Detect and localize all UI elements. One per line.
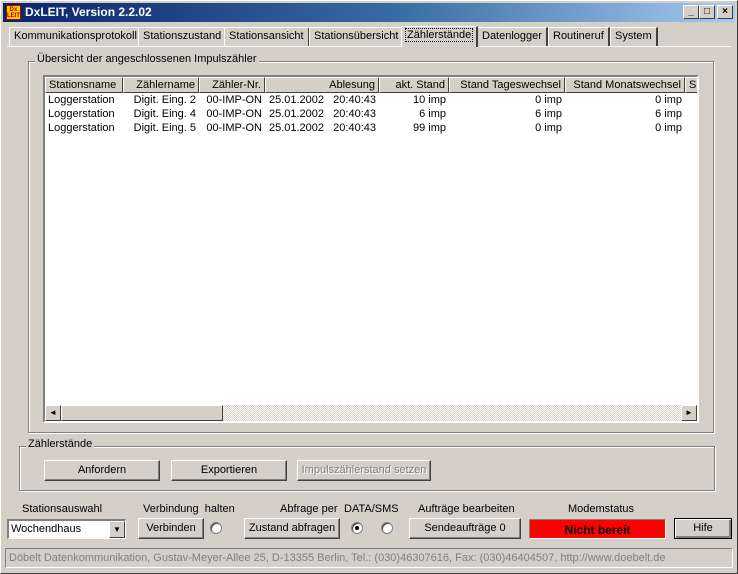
- table-row[interactable]: Loggerstation Digit. Eing. 5 00-IMP-ON 2…: [45, 122, 697, 136]
- verbinden-button[interactable]: Verbinden: [138, 518, 204, 539]
- exportieren-button[interactable]: Exportieren: [171, 460, 287, 481]
- column-header-zaehlername[interactable]: Zählername: [123, 77, 199, 93]
- list-header: Stationsname Zählername Zähler-Nr. Ables…: [45, 77, 697, 93]
- window-title: DxLEIT, Version 2.2.02: [25, 5, 152, 19]
- tab-divider: [7, 46, 731, 47]
- minimize-button[interactable]: _: [683, 5, 699, 19]
- cell-stationsname: Loggerstation: [48, 94, 115, 106]
- tab-stationsuebersicht[interactable]: Stationsübersicht: [309, 27, 405, 46]
- tab-label: Kommunikationsprotokoll: [14, 30, 137, 42]
- connection-label: Verbindung halten: [143, 503, 235, 515]
- tab-stationsansicht[interactable]: Stationsansicht: [224, 27, 310, 46]
- zaehlerstaende-legend: Zählerstände: [26, 438, 95, 450]
- modem-status-badge: Nicht bereit: [529, 519, 666, 539]
- column-header-zaehlernr[interactable]: Zähler-Nr.: [199, 77, 265, 93]
- cell-stand-tageswechsel: 6 imp: [535, 108, 562, 120]
- anfordern-button[interactable]: Anfordern: [44, 460, 160, 481]
- tab-label: Stationszustand: [143, 30, 222, 42]
- cell-stand-tageswechsel: 0 imp: [535, 94, 562, 106]
- data-sms-label: DATA/SMS: [344, 503, 399, 515]
- tab-stationszustand[interactable]: Stationszustand: [138, 27, 228, 46]
- tab-system[interactable]: System: [610, 27, 658, 46]
- help-button[interactable]: Hife: [674, 518, 732, 539]
- counter-list[interactable]: Stationsname Zählername Zähler-Nr. Ables…: [43, 75, 699, 423]
- tab-bar: Kommunikationsprotokoll Stationszustand …: [9, 26, 729, 47]
- column-header-stand-tageswechsel[interactable]: Stand Tageswechsel: [449, 77, 565, 93]
- tab-datenlogger[interactable]: Datenlogger: [477, 27, 548, 46]
- cell-ablesung: 25.01.2002 20:40:43: [268, 94, 376, 106]
- column-header-stand-monatswechsel[interactable]: Stand Monatswechsel: [565, 77, 685, 93]
- column-header-ablesung[interactable]: Ablesung: [265, 77, 379, 93]
- station-select-label: Stationsauswahl: [22, 503, 103, 515]
- horizontal-scrollbar[interactable]: ◄ ►: [45, 405, 697, 421]
- column-header-akt-stand[interactable]: akt. Stand: [379, 77, 449, 93]
- cell-akt-stand: 6 imp: [419, 108, 446, 120]
- tab-kommunikationsprotokoll[interactable]: Kommunikationsprotokoll: [9, 27, 143, 46]
- app-icon: Dx LEIT: [6, 5, 21, 20]
- overview-legend: Übersicht der angeschlossenen Impulszähl…: [35, 53, 259, 65]
- data-radio[interactable]: [351, 522, 363, 534]
- sendeauftraege-button[interactable]: Sendeaufträge 0: [409, 518, 521, 539]
- tab-label: System: [615, 30, 652, 42]
- hold-connection-radio[interactable]: [210, 522, 222, 534]
- cell-stationsname: Loggerstation: [48, 122, 115, 134]
- scrollbar-thumb[interactable]: [61, 405, 223, 421]
- chevron-down-icon[interactable]: ▼: [109, 521, 125, 538]
- cell-akt-stand: 99 imp: [412, 122, 446, 134]
- cell-stand-tageswechsel: 0 imp: [535, 122, 562, 134]
- main-window: Dx LEIT DxLEIT, Version 2.2.02 _ □ × Kom…: [0, 0, 738, 574]
- maximize-button[interactable]: □: [699, 5, 715, 19]
- tab-label: Routineruf: [553, 30, 604, 42]
- cell-zaehlernr: 00-IMP-ON: [206, 122, 262, 134]
- scroll-left-arrow-icon[interactable]: ◄: [45, 405, 61, 421]
- column-header-stationsname[interactable]: Stationsname: [45, 77, 123, 93]
- tab-label: Datenlogger: [482, 30, 542, 42]
- tab-label: Stationsübersicht: [314, 30, 399, 42]
- cell-zaehlernr: 00-IMP-ON: [206, 108, 262, 120]
- modem-status-label: Modemstatus: [568, 503, 635, 515]
- cell-zaehlername: Digit. Eing. 5: [133, 122, 196, 134]
- tab-zaehlerstaende[interactable]: Zählerstände: [401, 26, 479, 47]
- tab-label: Zählerstände: [404, 28, 474, 42]
- cell-ablesung: 25.01.2002 20:40:43: [268, 122, 376, 134]
- cell-stand-monatswechsel: 0 imp: [655, 122, 682, 134]
- zustand-abfragen-button[interactable]: Zustand abfragen: [244, 518, 340, 539]
- table-row[interactable]: Loggerstation Digit. Eing. 2 00-IMP-ON 2…: [45, 94, 697, 108]
- cell-stand-monatswechsel: 0 imp: [655, 94, 682, 106]
- cell-stand-monatswechsel: 6 imp: [655, 108, 682, 120]
- cell-zaehlername: Digit. Eing. 2: [133, 94, 196, 106]
- query-label: Abfrage per: [280, 503, 338, 515]
- cell-akt-stand: 10 imp: [412, 94, 446, 106]
- scroll-right-arrow-icon[interactable]: ►: [681, 405, 697, 421]
- table-row[interactable]: Loggerstation Digit. Eing. 4 00-IMP-ON 2…: [45, 108, 697, 122]
- title-bar[interactable]: Dx LEIT DxLEIT, Version 2.2.02 _ □ ×: [3, 3, 735, 22]
- cell-zaehlername: Digit. Eing. 4: [133, 108, 196, 120]
- impulszaehlerstand-setzen-button[interactable]: Impulszählerstand setzen: [297, 460, 431, 481]
- cell-stationsname: Loggerstation: [48, 108, 115, 120]
- cell-zaehlernr: 00-IMP-ON: [206, 94, 262, 106]
- column-header-extra[interactable]: S: [685, 77, 697, 93]
- status-bar: Döbelt Datenkommunikation, Gustav-Meyer-…: [5, 548, 733, 568]
- cell-ablesung: 25.01.2002 20:40:43: [268, 108, 376, 120]
- tab-routineruf[interactable]: Routineruf: [548, 27, 610, 46]
- station-select[interactable]: Wochendhaus ▼: [7, 519, 126, 539]
- sms-radio[interactable]: [381, 522, 393, 534]
- tab-label: Stationsansicht: [229, 30, 304, 42]
- jobs-label: Aufträge bearbeiten: [418, 503, 515, 515]
- station-select-value: Wochendhaus: [11, 523, 82, 535]
- close-button[interactable]: ×: [717, 5, 733, 19]
